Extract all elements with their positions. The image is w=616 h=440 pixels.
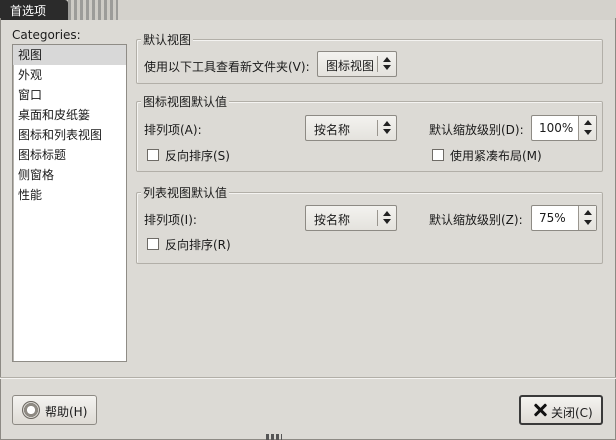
category-item-windows[interactable]: 窗口 bbox=[13, 85, 126, 105]
categories-label: Categories: bbox=[12, 28, 81, 42]
default-view-title: 默认视图 bbox=[141, 31, 194, 48]
spin-arrows-icon[interactable] bbox=[578, 206, 596, 230]
icon-view-zoom-label: 默认缩放级别(D): bbox=[429, 123, 524, 137]
icon-view-reverse-label[interactable]: 反向排序(S) bbox=[165, 147, 230, 164]
help-button[interactable]: 帮助(H) bbox=[12, 395, 97, 425]
list-view-title: 列表视图默认值 bbox=[141, 184, 230, 201]
dropdown-separator bbox=[377, 210, 378, 226]
updown-arrows-icon bbox=[382, 210, 392, 226]
default-view-dropdown[interactable]: 图标视图 bbox=[317, 51, 397, 77]
list-view-frame: 列表视图默认值 排列项(I): 按名称 默认缩放级别(Z): 75% 反向排序(… bbox=[136, 184, 603, 264]
list-view-reverse-label[interactable]: 反向排序(R) bbox=[165, 236, 231, 253]
updown-arrows-icon bbox=[382, 120, 392, 136]
list-view-zoom-spin[interactable]: 75% bbox=[531, 205, 597, 231]
icon-view-zoom-spin[interactable]: 100% bbox=[531, 115, 597, 141]
category-item-desktop-trash[interactable]: 桌面和皮纸篓 bbox=[13, 105, 126, 125]
list-view-sort-value: 按名称 bbox=[314, 213, 351, 227]
dropdown-separator bbox=[377, 56, 378, 72]
help-button-label: 帮助(H) bbox=[45, 405, 88, 419]
list-view-zoom-label: 默认缩放级别(Z): bbox=[429, 213, 523, 227]
title-bar[interactable]: 首选项 bbox=[0, 0, 616, 20]
icon-view-sort-value: 按名称 bbox=[314, 123, 351, 137]
window-title: 首选项 bbox=[0, 0, 68, 20]
icon-view-frame: 图标视图默认值 排列项(A): 按名称 默认缩放级别(D): 100% 反向排序… bbox=[136, 93, 603, 172]
list-view-reverse-checkbox[interactable] bbox=[147, 238, 159, 250]
updown-arrows-icon bbox=[382, 56, 392, 72]
icon-view-title: 图标视图默认值 bbox=[141, 93, 230, 110]
list-view-zoom-value: 75% bbox=[539, 211, 566, 225]
default-view-frame: 默认视图 使用以下工具查看新文件夹(V): 图标视图 bbox=[136, 31, 603, 84]
category-item-appearance[interactable]: 外观 bbox=[13, 65, 126, 85]
icon-view-sort-label: 排列项(A): bbox=[144, 123, 202, 137]
default-view-label: 使用以下工具查看新文件夹(V): bbox=[144, 60, 310, 74]
close-icon bbox=[533, 403, 547, 417]
button-area-divider bbox=[0, 377, 616, 379]
dropdown-separator bbox=[377, 120, 378, 136]
compact-layout-checkbox[interactable] bbox=[432, 149, 444, 161]
titlebar-grip bbox=[68, 0, 118, 20]
list-view-sort-label: 排列项(I): bbox=[144, 213, 197, 227]
categories-list[interactable]: 视图 外观 窗口 桌面和皮纸篓 图标和列表视图 图标标题 侧窗格 性能 bbox=[12, 44, 127, 362]
compact-layout-label[interactable]: 使用紧凑布局(M) bbox=[450, 147, 542, 164]
icon-view-zoom-value: 100% bbox=[539, 121, 574, 135]
category-item-view[interactable]: 视图 bbox=[13, 45, 126, 65]
icon-view-reverse-checkbox[interactable] bbox=[147, 149, 159, 161]
spin-arrows-icon[interactable] bbox=[578, 116, 596, 140]
resize-grip[interactable] bbox=[266, 434, 282, 440]
list-view-sort-dropdown[interactable]: 按名称 bbox=[305, 205, 397, 231]
default-view-value: 图标视图 bbox=[326, 59, 375, 73]
category-item-performance[interactable]: 性能 bbox=[13, 185, 126, 205]
category-item-side-pane[interactable]: 侧窗格 bbox=[13, 165, 126, 185]
help-icon bbox=[22, 401, 40, 419]
close-button[interactable]: 关闭(C) bbox=[519, 395, 603, 425]
category-item-icon-captions[interactable]: 图标标题 bbox=[13, 145, 126, 165]
icon-view-sort-dropdown[interactable]: 按名称 bbox=[305, 115, 397, 141]
category-item-icon-list-views[interactable]: 图标和列表视图 bbox=[13, 125, 126, 145]
close-button-label: 关闭(C) bbox=[551, 406, 593, 420]
